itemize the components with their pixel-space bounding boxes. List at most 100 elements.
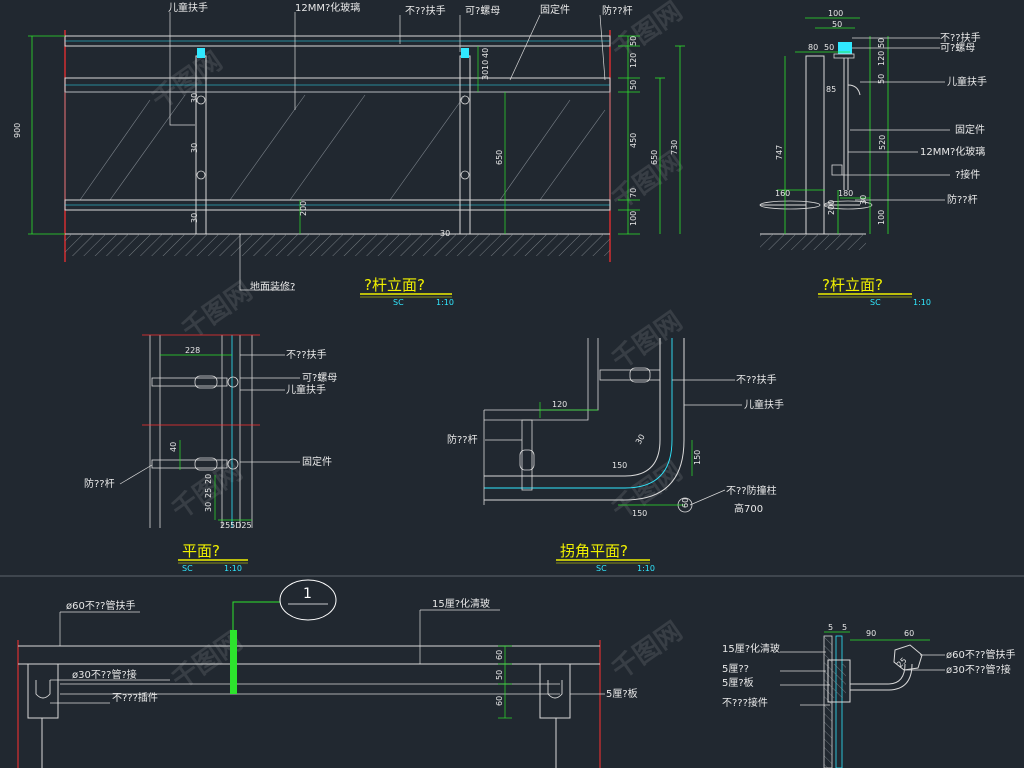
plan-label-nut: 可?螺母: [302, 372, 337, 384]
plan-title: 平面?: [182, 542, 220, 560]
sec-dim-b: 120: [877, 51, 886, 66]
plan-scale-value: 1:10: [224, 564, 242, 573]
corner-label-bollard-height: 高700: [734, 502, 763, 515]
plan-scale-label: SC: [182, 564, 193, 573]
corner-label-child-handrail: 儿童扶手: [744, 398, 784, 411]
plan-view: 228 40 20 25 30 255D25 不??扶手 可?螺母 儿童扶手 固…: [84, 334, 337, 573]
sec-dim-85: 85: [826, 85, 836, 94]
plan-dim-255d25: 255D25: [220, 521, 252, 530]
dim-d2: 120: [629, 53, 638, 68]
br-dim-5b: 5: [842, 623, 847, 632]
sec-dim-100: 100: [828, 9, 843, 18]
br-label-pipe30: ø30不??管?接: [946, 663, 1011, 676]
dim-post-30c: 30: [190, 213, 199, 223]
corner-dim-w150: 150: [632, 509, 647, 518]
dim-d6: 100: [629, 211, 638, 226]
bl-dim-60b: 60: [495, 696, 504, 706]
sec-label-child-handrail: 儿童扶手: [947, 75, 987, 88]
dim-post-h5: 30: [440, 229, 450, 238]
plan-label-ss-handrail: 不??扶手: [286, 348, 327, 361]
plan-label-crash-bar: 防??杆: [84, 477, 115, 490]
sec-dim-50: 50: [832, 20, 842, 29]
dim-post-30a: 30: [190, 93, 199, 103]
label-fixing: 固定件: [540, 3, 570, 16]
corner-dim-h150: 150: [693, 450, 702, 465]
bl-dim-60: 60: [495, 650, 504, 660]
section-cut-marker: [230, 630, 237, 694]
elevation-title: ?杆立面?: [364, 276, 425, 294]
sec-dim-a: 50: [877, 38, 886, 48]
br-label-connector: 不???接件: [722, 696, 768, 709]
section-scale-label: SC: [870, 298, 881, 307]
br-dim-60: 60: [904, 629, 914, 638]
bl-label-pipe30: ø30不??管?接: [72, 668, 137, 681]
bl-dim-50: 50: [495, 670, 504, 680]
corner-dim-r150: 150: [612, 461, 627, 470]
dim-h1: 650: [650, 150, 659, 165]
dim-d3: 50: [629, 80, 638, 90]
plan-label-child-handrail: 儿童扶手: [286, 383, 326, 396]
section-view: 100 50 80 50 747 520 50 120 50 100 85 16…: [759, 9, 987, 307]
dim-post-inner: 650: [495, 150, 504, 165]
section-scale-value: 1:10: [913, 298, 931, 307]
plan-dim-30: 30: [204, 502, 213, 512]
br-label-plate5: 5厘?板: [722, 676, 754, 689]
dim-d1: 50: [629, 36, 638, 46]
watermark-3: 千图网: [607, 146, 688, 215]
corner-dim-30: 30: [634, 433, 647, 446]
plan-dim-40: 40: [169, 442, 178, 452]
dim-post-30b: 30: [190, 143, 199, 153]
br-label-thick5: 5厘??: [722, 663, 749, 675]
br-dim-5a: 5: [828, 623, 833, 632]
corner-label-crash-bar: 防??杆: [447, 433, 478, 446]
callout-number: 1: [303, 586, 312, 602]
watermark-9: 千图网: [607, 616, 688, 685]
corner-label-ss-handrail: 不??扶手: [736, 373, 777, 386]
sec-label-nut: 可?螺母: [940, 42, 975, 54]
sec-label-crash-bar: 防??杆: [947, 193, 978, 206]
sec-dim-d: 100: [877, 210, 886, 225]
corner-dim-120: 120: [552, 400, 567, 409]
sec-dim-c: 50: [877, 74, 886, 84]
dim-post-h1: 40: [481, 48, 490, 58]
dim-overall-height: 900: [13, 123, 22, 138]
br-dim-25: 25: [895, 656, 909, 670]
label-crash-bar: 防??杆: [602, 4, 633, 17]
label-nut: 可?螺母: [465, 5, 500, 17]
dim-post-h2: 10: [481, 60, 490, 70]
watermark-5: 千图网: [607, 306, 688, 375]
plan-dim-25: 25: [204, 488, 213, 498]
bl-label-fitting: 不???插件: [112, 691, 158, 704]
corner-plan-view: 120 30 150 150 150 60 不??扶手 儿童扶手 防??杆 不?…: [447, 338, 784, 573]
corner-label-bollard: 不??防撞柱: [726, 484, 777, 497]
sec-dim-160: 160: [775, 189, 790, 198]
bottom-detail-view: 1 60 50 60 ø60不??管扶手 ø30不??管?接 不???插件 15…: [17, 579, 638, 768]
post-2: [459, 55, 471, 235]
corner-scale-label: SC: [596, 564, 607, 573]
bl-label-pipe60: ø60不??管扶手: [66, 599, 135, 612]
sec-label-connector: ?接件: [955, 168, 980, 181]
elevation-view: 900 50 120 50 450 70 100 650 730 650 40 …: [13, 1, 685, 307]
corner-scale-value: 1:10: [637, 564, 655, 573]
bl-label-plate5: 5厘?板: [606, 687, 638, 700]
plan-dim-20: 20: [204, 474, 213, 484]
bl-label-glass15: 15厘?化清玻: [432, 597, 490, 610]
corner-title: 拐角平面?: [560, 542, 628, 560]
dim-post-h3: 30: [481, 70, 490, 80]
cad-drawing: 千图网 千图网 千图网 千图网 千图网 千图网 千图网 千图网 千图网 900 …: [0, 0, 1024, 768]
sec-label-fixing: 固定件: [955, 123, 985, 136]
watermarks: 千图网 千图网 千图网 千图网 千图网 千图网 千图网 千图网 千图网: [147, 0, 688, 696]
glass-panel: [64, 91, 611, 201]
label-ss-handrail: 不??扶手: [405, 4, 446, 17]
section-title: ?杆立面?: [822, 276, 883, 294]
sec-label-glass: 12MM?化玻璃: [920, 145, 985, 158]
br-label-glass15: 15厘?化清玻: [722, 642, 780, 655]
glass-hatching: [79, 94, 606, 201]
label-floor-note: 地面装修?: [250, 280, 295, 293]
floor-hatch: [65, 234, 610, 256]
sec-dim-180: 180: [838, 189, 853, 198]
sec-dim-50b: 50: [824, 43, 834, 52]
dim-h2: 730: [670, 140, 679, 155]
sec-dim-80: 80: [808, 43, 818, 52]
br-label-pipe60: ø60不??管扶手: [946, 648, 1015, 661]
